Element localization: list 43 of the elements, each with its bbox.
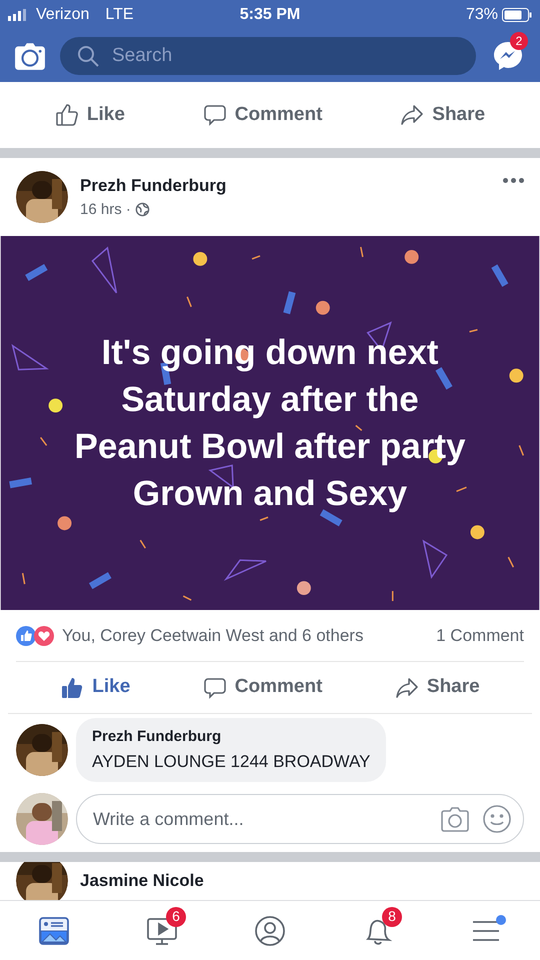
battery-percentage: 73% [466,5,498,25]
comment-count[interactable]: 1 Comment [436,622,524,648]
share-button[interactable]: Share [400,100,486,130]
smiley-icon[interactable] [482,804,512,834]
like-button[interactable]: Like [60,673,130,702]
author-name[interactable]: Prezh Funderburg [80,173,491,198]
author-name[interactable]: Jasmine Nicole [80,868,204,894]
tab-button[interactable]: 6 [138,906,186,954]
like-button[interactable]: Like [54,100,125,130]
share-arrow-icon [394,676,419,700]
comment-button[interactable]: Comment [202,673,322,702]
globe-icon [134,202,150,218]
network-label: LTE [105,5,134,25]
profile-icon [254,914,286,946]
notification-badge: 6 [166,906,186,926]
battery-icon [502,8,532,22]
notification-badge: 2 [510,32,528,50]
search-icon [76,44,100,68]
thumbs-up-icon [54,103,79,127]
post-text: It's going down next Saturday after the Peanut Bowl after party Grown and Sexy [74,332,466,515]
speech-bubble-icon [202,103,227,127]
share-arrow-icon [400,103,424,127]
comment-text: AYDEN LOUNGE 1244 BROADWAY [92,750,370,772]
reactions-summary[interactable]: You, Corey Ceetwain West and 6 others [62,622,428,648]
comment-button[interactable]: Comment [202,100,322,130]
clock: 5:35 PM [240,5,300,25]
speech-bubble-icon [202,676,227,700]
share-button[interactable]: Share [394,673,480,702]
notification-badge: 8 [382,906,402,926]
like-reaction-icon [16,626,36,646]
tab-button[interactable]: 8 [354,906,402,954]
heart-reaction-icon [34,626,54,646]
camera-icon[interactable] [440,805,470,833]
signal-icon [8,9,28,21]
post-time: 16 hrs · [80,200,131,220]
thumbs-up-icon [60,676,84,700]
camera-icon [14,41,46,71]
news-feed-icon [38,914,70,946]
carrier-label: Verizon [36,5,90,25]
search-field[interactable]: Search [60,37,476,75]
comment-input-field[interactable]: Write a comment... [76,794,524,844]
comment-author[interactable]: Prezh Funderburg [92,726,370,748]
more-options-icon[interactable] [503,178,524,183]
